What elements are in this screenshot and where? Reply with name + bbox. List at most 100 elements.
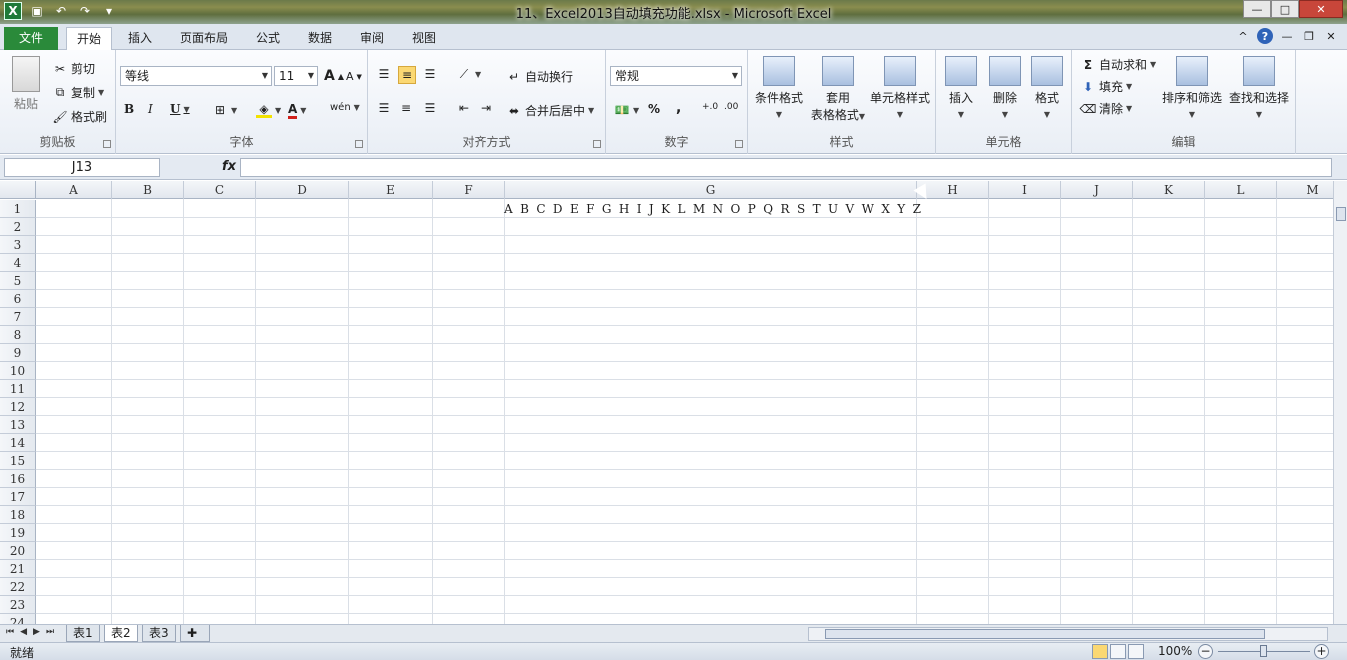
row-header[interactable]: 2 (0, 218, 36, 236)
row-header[interactable]: 9 (0, 344, 36, 362)
grow-font-button[interactable]: A ▲ (324, 68, 344, 84)
tab-formulas[interactable]: 公式 (246, 27, 290, 50)
maximize-button[interactable]: □ (1271, 0, 1299, 18)
currency-button[interactable]: 💵 ▼ (614, 102, 640, 118)
row-header[interactable]: 16 (0, 470, 36, 488)
column-header-l[interactable]: L (1205, 181, 1277, 199)
decrease-decimal-button[interactable]: .00 (724, 102, 738, 112)
row-header[interactable]: 13 (0, 416, 36, 434)
phonetic-button[interactable]: wén ▼ (330, 102, 360, 113)
sheet-tab-3[interactable]: 表3 (142, 625, 176, 642)
first-sheet-icon[interactable]: ⏮ (6, 627, 14, 637)
insert-function-icon[interactable]: fx (222, 159, 236, 174)
minimize-workbook-icon[interactable]: — (1279, 28, 1295, 44)
column-header-a[interactable]: A (36, 181, 112, 199)
clear-button[interactable]: ⌫ 清除 ▼ (1080, 100, 1133, 117)
sheet-tab-1[interactable]: 表1 (66, 625, 100, 642)
increase-decimal-button[interactable]: +.0 (702, 102, 718, 112)
row-header[interactable]: 17 (0, 488, 36, 506)
close-button[interactable]: ✕ (1299, 0, 1343, 18)
increase-indent-button[interactable]: ⇥ (478, 100, 494, 116)
cell-styles-button[interactable]: 单元格样式 ▼ (868, 56, 932, 120)
column-header-d[interactable]: D (256, 181, 349, 199)
align-top-button[interactable]: ☰ (376, 66, 392, 82)
dialog-launcher-icon[interactable] (103, 140, 111, 148)
align-middle-button[interactable]: ≡ (398, 66, 416, 84)
column-header-m[interactable]: M (1277, 181, 1333, 199)
tab-file[interactable]: 文件 (4, 27, 58, 50)
minimize-button[interactable]: — (1243, 0, 1271, 18)
prev-sheet-icon[interactable]: ◀ (20, 627, 27, 637)
format-as-table-button[interactable]: 套用 表格格式▼ (808, 56, 868, 123)
row-header[interactable]: 12 (0, 398, 36, 416)
decrease-indent-button[interactable]: ⇤ (456, 100, 472, 116)
formula-input[interactable] (240, 158, 1332, 177)
row-header[interactable]: 4 (0, 254, 36, 272)
copy-button[interactable]: ⧉ 复制 ▼ (52, 84, 104, 101)
vertical-scroll-thumb[interactable] (1336, 207, 1346, 221)
row-header[interactable]: 1 (0, 200, 36, 218)
cell-g1[interactable]: A B C D E F G H I J K L M N O P Q R S T … (504, 200, 921, 218)
worksheet-grid[interactable]: A B C D E F G H I J K L M 1 2 3 4 5 6 7 8 9 10 11 1… (0, 181, 1333, 624)
percent-button[interactable]: % (648, 102, 660, 116)
row-header[interactable]: 20 (0, 542, 36, 560)
dialog-launcher-icon[interactable] (735, 140, 743, 148)
insert-cells-button[interactable]: 插入 ▼ (940, 56, 982, 120)
italic-button[interactable]: I (148, 102, 153, 116)
help-icon[interactable]: ? (1257, 28, 1273, 44)
paste-button[interactable]: 粘贴 (6, 56, 46, 112)
zoom-in-icon[interactable]: + (1314, 644, 1329, 659)
border-button[interactable]: ⊞ ▼ (212, 102, 237, 118)
tab-data[interactable]: 数据 (298, 27, 342, 50)
row-header[interactable]: 7 (0, 308, 36, 326)
shrink-font-button[interactable]: A ▼ (346, 70, 362, 83)
row-header[interactable]: 22 (0, 578, 36, 596)
bold-button[interactable]: B (124, 102, 134, 116)
align-left-button[interactable]: ☰ (376, 100, 392, 116)
page-layout-view-icon[interactable] (1110, 644, 1126, 659)
row-header[interactable]: 15 (0, 452, 36, 470)
align-center-button[interactable]: ≡ (398, 100, 414, 116)
delete-cells-button[interactable]: 删除 ▼ (984, 56, 1026, 120)
zoom-level[interactable]: 100% (1158, 644, 1192, 658)
row-header[interactable]: 5 (0, 272, 36, 290)
select-all-corner[interactable] (0, 181, 36, 199)
tab-page-layout[interactable]: 页面布局 (170, 27, 238, 50)
sheet-tab-2[interactable]: 表2 (104, 625, 138, 642)
underline-button[interactable]: U ▼ (170, 102, 190, 116)
merge-center-button[interactable]: ⬌ 合并后居中 ▼ (506, 102, 594, 119)
column-header-j[interactable]: J (1061, 181, 1133, 199)
last-sheet-icon[interactable]: ⏭ (46, 627, 54, 637)
row-header[interactable]: 10 (0, 362, 36, 380)
row-header[interactable]: 21 (0, 560, 36, 578)
horizontal-scroll-thumb[interactable] (825, 629, 1265, 639)
tab-home[interactable]: 开始 (66, 27, 113, 50)
column-header-e[interactable]: E (349, 181, 433, 199)
font-size-combo[interactable]: 11 ▼ (274, 66, 318, 86)
dialog-launcher-icon[interactable] (593, 140, 601, 148)
close-workbook-icon[interactable]: ✕ (1323, 28, 1339, 44)
column-header-f[interactable]: F (433, 181, 505, 199)
row-header[interactable]: 23 (0, 596, 36, 614)
sort-filter-button[interactable]: 排序和筛选 ▼ (1160, 56, 1224, 120)
dialog-launcher-icon[interactable] (355, 140, 363, 148)
tab-insert[interactable]: 插入 (118, 27, 162, 50)
font-color-button[interactable]: A ▼ (288, 102, 306, 119)
row-header[interactable]: 18 (0, 506, 36, 524)
restore-workbook-icon[interactable]: ❐ (1301, 28, 1317, 44)
next-sheet-icon[interactable]: ▶ (33, 627, 40, 637)
tab-view[interactable]: 视图 (402, 27, 446, 50)
conditional-format-button[interactable]: 条件格式 ▼ (752, 56, 806, 120)
column-header-g[interactable]: G (505, 181, 917, 199)
orientation-button[interactable]: ⟋ ▼ (456, 66, 481, 82)
row-header[interactable]: 6 (0, 290, 36, 308)
wrap-text-button[interactable]: ↵ 自动换行 (506, 68, 573, 85)
tab-review[interactable]: 审阅 (350, 27, 394, 50)
row-header[interactable]: 14 (0, 434, 36, 452)
autosum-button[interactable]: Σ 自动求和 ▼ (1080, 56, 1156, 73)
normal-view-icon[interactable] (1092, 644, 1108, 659)
row-header[interactable]: 3 (0, 236, 36, 254)
row-header[interactable]: 19 (0, 524, 36, 542)
column-header-k[interactable]: K (1133, 181, 1205, 199)
insert-sheet-icon[interactable]: ✚ (180, 625, 210, 642)
